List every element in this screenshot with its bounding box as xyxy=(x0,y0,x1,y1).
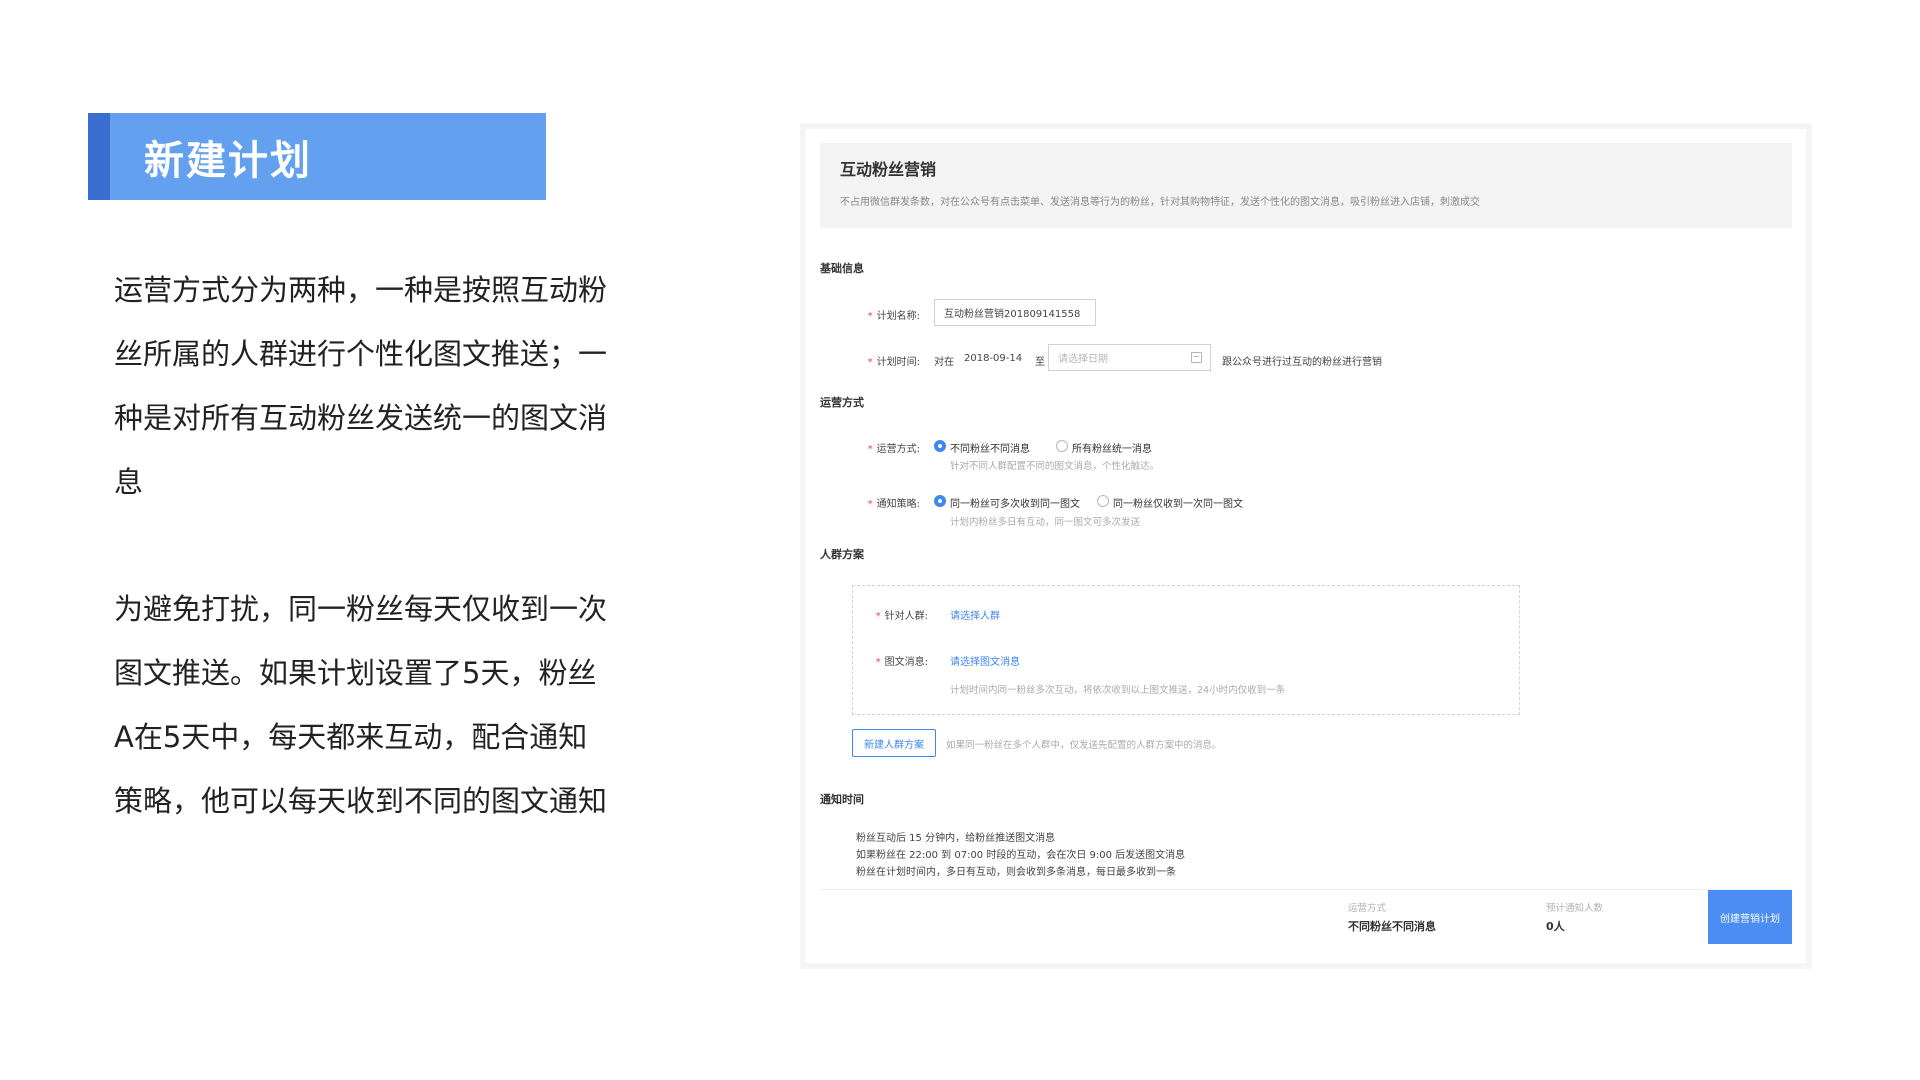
required-mark: * xyxy=(867,357,873,368)
notify-option-once[interactable]: 同一粉丝仅收到一次同一图文 xyxy=(1113,495,1243,510)
select-crowd-link[interactable]: 请选择人群 xyxy=(950,607,1000,622)
paragraph-line: 运营方式分为两种，一种是按照互动粉 xyxy=(114,273,608,307)
form-description: 不占用微信群发条数，对在公众号有点击菜单、发送消息等行为的粉丝，针对其购物特征，… xyxy=(840,197,1480,208)
mode-radio-different[interactable] xyxy=(934,440,946,452)
screenshot-frame: 互动粉丝营销 不占用微信群发条数，对在公众号有点击菜单、发送消息等行为的粉丝，针… xyxy=(800,123,1812,969)
plan-time-label: * 计划时间: xyxy=(867,357,920,368)
footer-mode-value: 不同粉丝不同消息 xyxy=(1348,920,1436,933)
paragraph-line: 种是对所有互动粉丝发送统一的图文消 xyxy=(114,401,608,435)
calendar-icon xyxy=(1191,352,1202,363)
plan-time-to: 至 xyxy=(1035,357,1045,368)
footer-mode-label: 运营方式 xyxy=(1348,903,1387,914)
section-operation: 运营方式 xyxy=(820,396,864,409)
notify-time-line: 粉丝互动后 15 分钟内，给粉丝推送图文消息 xyxy=(856,833,1056,844)
end-date-placeholder: 请选择日期 xyxy=(1058,354,1108,365)
section-basic-info: 基础信息 xyxy=(820,262,864,275)
footer-count-value: 0人 xyxy=(1546,920,1565,933)
title-banner: 新建计划 xyxy=(88,113,546,200)
paragraph-line: 为避免打扰，同一粉丝每天仅收到一次 xyxy=(114,592,608,626)
mode-option-different[interactable]: 不同粉丝不同消息 xyxy=(950,440,1030,455)
plan-name-label: * 计划名称: xyxy=(867,311,920,322)
notify-time-line: 如果粉丝在 22:00 到 07:00 时段的互动，会在次日 9:00 后发送图… xyxy=(856,850,1186,861)
notify-time-line: 粉丝在计划时间内，多日有互动，则会收到多条消息，每日最多收到一条 xyxy=(856,867,1176,878)
mode-label: * 运营方式: xyxy=(867,444,920,455)
new-crowd-plan-button[interactable]: 新建人群方案 xyxy=(852,729,936,757)
paragraph-line: 息 xyxy=(114,465,144,499)
mode-hint: 针对不同人群配置不同的图文消息，个性化触达。 xyxy=(950,461,1160,472)
paragraph-line: 策略，他可以每天收到不同的图文通知 xyxy=(114,784,608,818)
form-title: 互动粉丝营销 xyxy=(840,160,937,179)
create-plan-button[interactable]: 创建营销计划 xyxy=(1708,890,1792,944)
plan-form: 互动粉丝营销 不占用微信群发条数，对在公众号有点击菜单、发送消息等行为的粉丝，针… xyxy=(806,129,1806,963)
required-mark: * xyxy=(867,499,873,510)
section-notify-time: 通知时间 xyxy=(820,793,864,806)
target-crowd-label: * 针对人群: xyxy=(875,611,928,622)
message-hint: 计划时间内同一粉丝多次互动，将依次收到以上图文推送，24小时内仅收到一条 xyxy=(950,685,1286,696)
notify-radio-once[interactable] xyxy=(1097,495,1109,507)
footer-count-label: 预计通知人数 xyxy=(1546,903,1604,914)
required-mark: * xyxy=(867,444,873,455)
title-accent-bar xyxy=(88,113,110,200)
new-crowd-hint: 如果同一粉丝在多个人群中，仅发送先配置的人群方案中的消息。 xyxy=(946,740,1222,751)
select-message-link[interactable]: 请选择图文消息 xyxy=(950,653,1020,668)
paragraph-operation-modes: 运营方式分为两种，一种是按照互动粉 丝所属的人群进行个性化图文推送；一 种是对所… xyxy=(114,258,644,514)
notify-hint: 计划内粉丝多日有互动，同一图文可多次发送 xyxy=(950,517,1141,528)
notify-radio-multiple[interactable] xyxy=(934,495,946,507)
slide-title: 新建计划 xyxy=(144,137,312,184)
mode-option-unified[interactable]: 所有粉丝统一消息 xyxy=(1072,440,1152,455)
plan-time-prefix: 对在 xyxy=(934,357,954,368)
end-date-picker[interactable]: 请选择日期 xyxy=(1048,344,1211,371)
paragraph-line: 图文推送。如果计划设置了5天，粉丝 xyxy=(114,656,597,690)
required-mark: * xyxy=(875,657,881,668)
notify-strategy-label: * 通知策略: xyxy=(867,499,920,510)
plan-time-suffix: 跟公众号进行过互动的粉丝进行营销 xyxy=(1222,357,1382,368)
paragraph-notify-strategy: 为避免打扰，同一粉丝每天仅收到一次 图文推送。如果计划设置了5天，粉丝 A在5天… xyxy=(114,577,644,833)
message-label: * 图文消息: xyxy=(875,657,928,668)
notify-option-multiple[interactable]: 同一粉丝可多次收到同一图文 xyxy=(950,495,1080,510)
summary-footer: 运营方式 不同粉丝不同消息 预计通知人数 0人 创建营销计划 xyxy=(820,889,1792,946)
required-mark: * xyxy=(867,311,873,322)
paragraph-line: A在5天中，每天都来互动，配合通知 xyxy=(114,720,588,754)
required-mark: * xyxy=(875,611,881,622)
plan-time-start: 2018-09-14 xyxy=(964,353,1023,364)
mode-radio-unified[interactable] xyxy=(1056,440,1068,452)
section-crowd: 人群方案 xyxy=(820,548,864,561)
form-header: 互动粉丝营销 不占用微信群发条数，对在公众号有点击菜单、发送消息等行为的粉丝，针… xyxy=(820,143,1792,228)
plan-name-input[interactable]: 互动粉丝营销201809141558 xyxy=(934,299,1096,326)
paragraph-line: 丝所属的人群进行个性化图文推送；一 xyxy=(114,337,608,371)
